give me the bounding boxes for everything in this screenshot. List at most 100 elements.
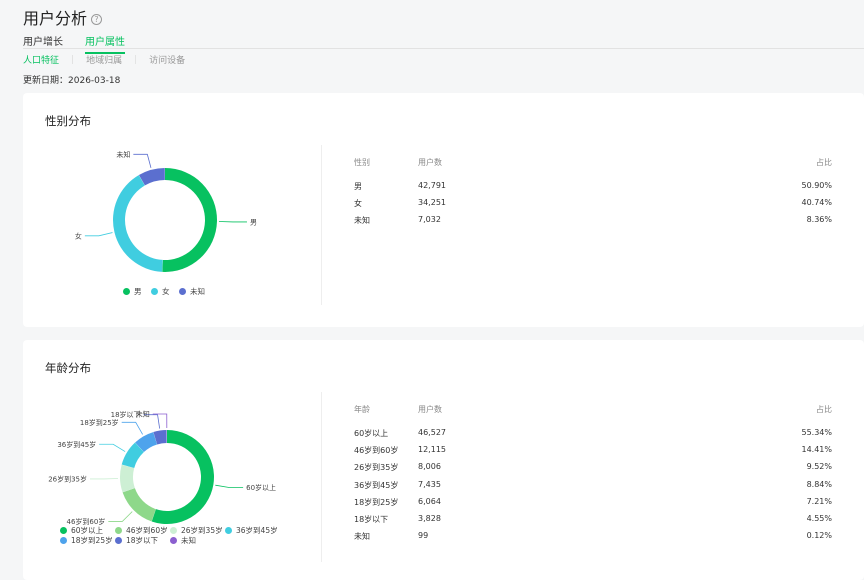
legend-dot-icon <box>170 527 177 534</box>
column-header: 年龄 <box>354 404 370 415</box>
label-line <box>99 444 125 451</box>
cell-count: 42,791 <box>418 181 446 190</box>
column-header: 用户数 <box>418 404 442 415</box>
cell-pct: 0.12% <box>807 531 832 540</box>
legend-dot-icon <box>179 288 186 295</box>
sub-tabs: 人口特征| 地域归属| 访问设备 <box>23 53 185 66</box>
cell-count: 7,032 <box>418 215 441 224</box>
divider <box>321 145 322 305</box>
table-header: 性别 用户数 占比 <box>354 157 832 171</box>
cell-pct: 8.36% <box>807 215 832 224</box>
legend-item[interactable]: 女 <box>151 286 170 297</box>
legend-label: 女 <box>162 287 170 296</box>
table-row: 男 42,791 50.90% <box>354 181 832 195</box>
legend-item[interactable]: 18岁到25岁 <box>60 535 113 546</box>
cell-pct: 9.52% <box>807 462 832 471</box>
slice-label: 男 <box>250 218 257 226</box>
legend-label: 未知 <box>190 287 205 296</box>
table-row: 未知 99 0.12% <box>354 531 832 545</box>
slice-label: 60岁以上 <box>246 483 276 492</box>
cell-name: 46岁到60岁 <box>354 445 398 456</box>
page-title-text: 用户分析 <box>23 9 87 28</box>
cell-count: 12,115 <box>418 445 446 454</box>
legend-item[interactable]: 18岁以下 <box>115 535 158 546</box>
label-line <box>108 512 132 522</box>
subtab-device[interactable]: 访问设备 <box>149 53 185 66</box>
label-line <box>153 414 167 428</box>
cell-count: 7,435 <box>418 480 441 489</box>
update-date-value: 2026-03-18 <box>68 76 120 86</box>
legend-item[interactable]: 未知 <box>179 286 205 297</box>
cell-count: 3,828 <box>418 514 441 523</box>
slice-label: 女 <box>75 231 82 240</box>
legend-dot-icon <box>60 537 67 544</box>
legend-dot-icon <box>151 288 158 295</box>
cell-pct: 14.41% <box>801 445 832 454</box>
legend-label: 18岁到25岁 <box>71 536 113 545</box>
cell-pct: 50.90% <box>801 181 832 190</box>
legend-label: 26岁到35岁 <box>181 526 223 535</box>
cell-count: 6,064 <box>418 497 441 506</box>
cell-name: 26岁到35岁 <box>354 462 398 473</box>
donut-slice[interactable] <box>162 168 217 272</box>
tab-divider <box>23 48 864 49</box>
table-row: 36岁到45岁7,4358.84% <box>354 480 832 494</box>
cell-name: 60岁以上 <box>354 428 388 439</box>
cell-count: 8,006 <box>418 462 441 471</box>
cell-name: 未知 <box>354 531 370 542</box>
legend-dot-icon <box>123 288 130 295</box>
donut-slice[interactable] <box>113 175 163 272</box>
subtab-demographics[interactable]: 人口特征 <box>23 53 59 66</box>
slice-label: 未知 <box>116 150 130 159</box>
cell-name: 男 <box>354 181 362 192</box>
table-row: 18岁到25岁6,0647.21% <box>354 497 832 511</box>
donut-slice[interactable] <box>120 465 135 493</box>
column-header: 占比 <box>816 157 832 168</box>
legend-dot-icon <box>225 527 232 534</box>
tab-user-growth[interactable]: 用户增长 <box>23 33 63 54</box>
legend-label: 18岁以下 <box>126 536 158 545</box>
legend-label: 46岁到60岁 <box>126 526 168 535</box>
cell-pct: 40.74% <box>801 198 832 207</box>
cell-name: 未知 <box>354 215 370 226</box>
cell-name: 18岁以下 <box>354 514 388 525</box>
legend-label: 男 <box>134 287 142 296</box>
table-row: 女 34,251 40.74% <box>354 198 832 212</box>
cell-pct: 4.55% <box>807 514 832 523</box>
tab-user-attributes[interactable]: 用户属性 <box>85 33 125 54</box>
cell-name: 女 <box>354 198 362 209</box>
column-header: 性别 <box>354 157 370 168</box>
main-tabs: 用户增长 用户属性 <box>23 33 125 54</box>
legend-item[interactable]: 未知 <box>170 535 196 546</box>
page-title: 用户分析? <box>23 5 102 29</box>
divider <box>321 392 322 562</box>
label-line <box>85 233 113 236</box>
cell-name: 18岁到25岁 <box>354 497 398 508</box>
update-date-label: 更新日期： <box>23 76 68 86</box>
cell-count: 46,527 <box>418 428 446 437</box>
help-icon[interactable]: ? <box>91 14 102 25</box>
table-row: 18岁以下 3,828 4.55% <box>354 514 832 528</box>
cell-count: 99 <box>418 531 428 540</box>
divider: | <box>71 55 74 65</box>
label-line <box>122 422 143 434</box>
legend-dot-icon <box>115 537 122 544</box>
update-date: 更新日期：2026-03-18 <box>23 73 120 86</box>
column-header: 用户数 <box>418 157 442 168</box>
donut-slice[interactable] <box>152 430 214 524</box>
legend-item[interactable]: 36岁到45岁 <box>225 525 278 536</box>
legend-label: 未知 <box>181 536 196 545</box>
cell-count: 34,251 <box>418 198 446 207</box>
label-line <box>215 485 243 487</box>
cell-name: 36岁到45岁 <box>354 480 398 491</box>
subtab-region[interactable]: 地域归属 <box>86 53 122 66</box>
slice-label: 未知 <box>136 410 150 419</box>
table-row: 60岁以上46,52755.34% <box>354 428 832 442</box>
legend-dot-icon <box>170 537 177 544</box>
gender-card: 性别分布 男女未知 男女未知 性别用户数占比男42,79150.90%女34,2… <box>23 93 864 327</box>
label-line <box>133 154 151 168</box>
slice-label: 36岁到45岁 <box>57 440 96 449</box>
legend-item[interactable]: 男 <box>123 286 142 297</box>
legend-label: 36岁到45岁 <box>236 526 278 535</box>
legend-label: 60岁以上 <box>71 526 103 535</box>
